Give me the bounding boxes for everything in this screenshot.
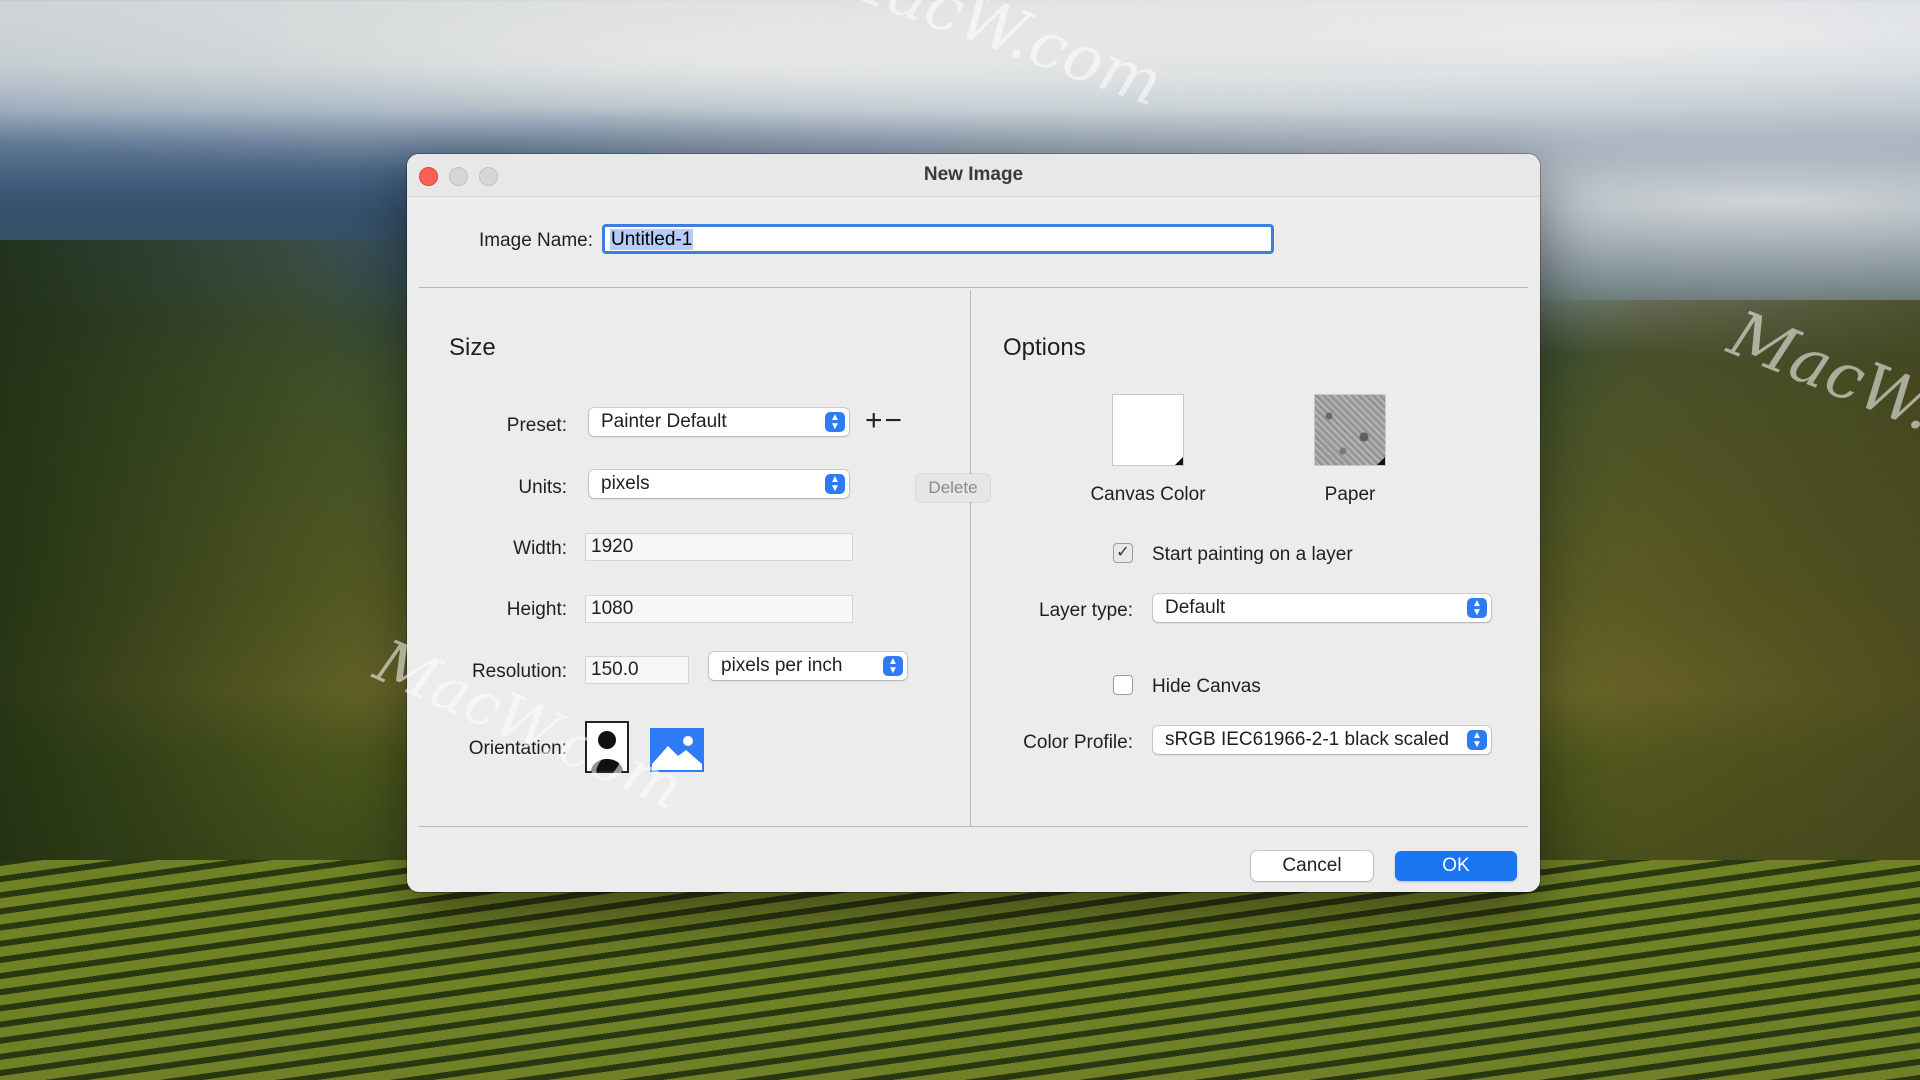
hide-canvas-label: Hide Canvas	[1152, 676, 1261, 697]
sky-clouds	[0, 0, 1920, 180]
paper-corner-icon	[1377, 457, 1385, 465]
orientation-label: Orientation:	[468, 738, 567, 759]
color-profile-value: sRGB IEC61966-2-1 black scaled	[1165, 729, 1450, 750]
image-name-input[interactable]: Untitled-1	[602, 224, 1274, 254]
cancel-button[interactable]: Cancel	[1251, 851, 1373, 881]
delete-tooltip: Delete	[916, 474, 990, 502]
column-separator	[970, 290, 971, 826]
units-stepper-icon: ▲ ▼	[825, 474, 845, 494]
preset-value: Painter Default	[601, 411, 727, 432]
forest-left	[0, 240, 420, 880]
window-title: New Image	[923, 164, 1024, 185]
canvas-color-corner-icon	[1175, 457, 1183, 465]
resolution-field[interactable]: 150.0	[585, 656, 689, 684]
units-select[interactable]: pixels ▲ ▼	[589, 470, 849, 498]
preset-select[interactable]: Painter Default ▲ ▼	[589, 408, 849, 436]
resolution-unit-select[interactable]: pixels per inch ▲ ▼	[709, 652, 907, 680]
resolution-label: Resolution:	[471, 661, 567, 682]
bottom-separator	[419, 826, 1528, 827]
start-painting-label: Start painting on a layer	[1152, 544, 1353, 565]
resolution-unit-value: pixels per inch	[721, 655, 843, 676]
options-section-title: Options	[1003, 334, 1086, 361]
portrait-orientation-icon[interactable]	[585, 721, 629, 773]
size-section-title: Size	[449, 334, 496, 361]
start-painting-checkbox[interactable]: ✓	[1113, 543, 1133, 563]
canvas-color-label: Canvas Color	[1090, 484, 1206, 505]
resolution-unit-stepper-icon: ▲ ▼	[883, 656, 903, 676]
units-value: pixels	[601, 473, 650, 494]
landscape-orientation-icon[interactable]	[650, 728, 704, 772]
units-label: Units:	[518, 477, 567, 498]
forest-right	[1520, 300, 1920, 860]
color-profile-label: Color Profile:	[1023, 732, 1133, 753]
hide-canvas-checkbox[interactable]	[1113, 675, 1133, 695]
paper-swatch[interactable]	[1314, 394, 1386, 466]
height-field[interactable]: 1080	[585, 595, 853, 623]
layer-type-select[interactable]: Default ▲ ▼	[1153, 594, 1491, 622]
canvas-color-swatch[interactable]	[1112, 394, 1184, 466]
color-profile-select[interactable]: sRGB IEC61966-2-1 black scaled ▲ ▼	[1153, 726, 1491, 754]
image-name-label: Image Name:	[478, 230, 593, 251]
image-name-value: Untitled-1	[610, 229, 694, 250]
preset-stepper-icon: ▲ ▼	[825, 412, 845, 432]
watermark-top: MacW.com	[817, 0, 1172, 122]
preset-label: Preset:	[506, 415, 567, 436]
ok-button[interactable]: OK	[1395, 851, 1517, 881]
color-profile-stepper-icon: ▲ ▼	[1467, 730, 1487, 750]
add-remove-preset-buttons[interactable]: +−	[865, 404, 904, 438]
layer-type-label: Layer type:	[1039, 600, 1133, 621]
top-separator	[419, 287, 1528, 288]
new-image-dialog: New Image Image Name: Untitled-1 Size Pr…	[407, 154, 1540, 892]
vineyard	[0, 860, 1920, 1080]
width-field[interactable]: 1920	[585, 533, 853, 561]
title-bar: New Image	[407, 154, 1540, 197]
paper-label: Paper	[1324, 484, 1376, 505]
width-label: Width:	[513, 538, 567, 559]
height-label: Height:	[506, 599, 567, 620]
watermark-right: MacW.com	[1718, 297, 1920, 497]
layer-type-value: Default	[1165, 597, 1226, 618]
layer-type-stepper-icon: ▲ ▼	[1467, 598, 1487, 618]
